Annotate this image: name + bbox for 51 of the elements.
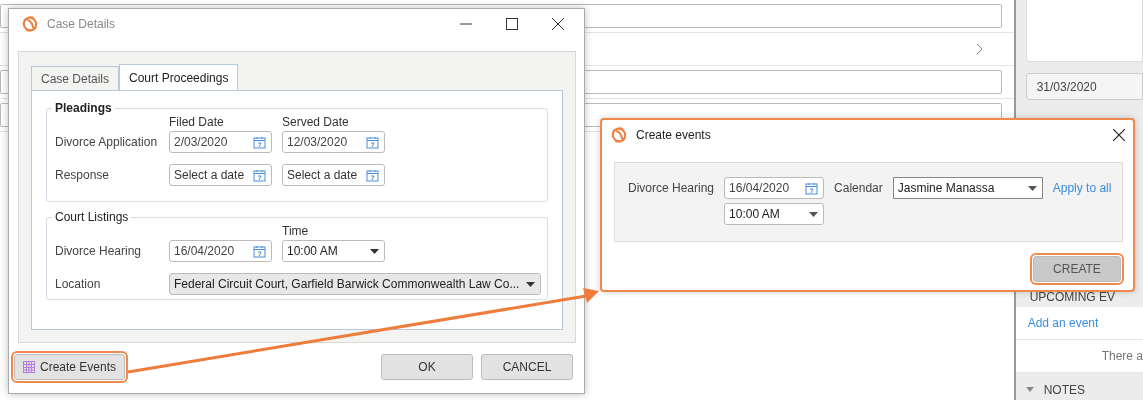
logo-icon (610, 126, 628, 144)
section-header[interactable]: NOTES (1015, 379, 1143, 400)
maximize-icon[interactable] (506, 18, 518, 30)
window-title: Create events (636, 128, 711, 142)
field-label: Divorce Application (55, 135, 159, 149)
dialog-button[interactable]: CANCEL (481, 354, 573, 380)
date-field[interactable]: 12/03/2020 (282, 131, 385, 153)
column-label: Served Date (282, 115, 350, 131)
calendar-icon[interactable] (366, 135, 379, 149)
collapse-icon[interactable] (1025, 387, 1034, 393)
section-title: NOTES (1043, 382, 1085, 397)
window-title: Case Details (47, 17, 116, 31)
close-icon[interactable] (552, 18, 564, 30)
field-label: Divorce Hearing (55, 244, 143, 258)
event-label: Divorce Hearing (628, 180, 715, 197)
close-icon[interactable] (1113, 129, 1125, 141)
calendar-icon[interactable] (253, 244, 266, 258)
caret-icon[interactable] (809, 211, 819, 217)
date-field[interactable]: 2/03/2020 (169, 131, 272, 153)
logo-icon (21, 15, 39, 33)
caret-icon[interactable] (1027, 185, 1037, 191)
column-label: Time (282, 224, 310, 240)
dialog-button[interactable]: OK (381, 354, 473, 380)
location-dropdown[interactable]: Federal Circuit Court, Garfield Barwick Commonwealth Law Co... (169, 273, 541, 295)
caret-icon[interactable] (370, 248, 379, 254)
column-label: Filed Date (169, 115, 225, 131)
group-title: Pleadings (54, 101, 113, 115)
chevron-right-icon[interactable] (975, 43, 984, 55)
date-field[interactable]: 16/04/2020 (169, 240, 272, 262)
calendar-icon (23, 361, 35, 373)
time-dropdown[interactable]: 10:00 AM (724, 203, 825, 225)
calendar-icon[interactable] (805, 181, 819, 195)
create-button[interactable]: CREATE (1033, 256, 1121, 282)
calendar-icon[interactable] (253, 135, 266, 149)
time-dropdown[interactable]: 10:00 AM (282, 240, 385, 262)
tab[interactable]: Court Proceedings (119, 64, 239, 90)
date-field[interactable]: 16/04/2020 (724, 177, 825, 199)
field-label: Calendar (834, 180, 883, 197)
caret-icon[interactable] (526, 281, 535, 287)
create-events-button[interactable]: Create Events (14, 354, 126, 380)
date-field[interactable]: Select a date (282, 164, 385, 186)
empty-message: There a (1101, 349, 1143, 364)
calendar-icon[interactable] (366, 168, 379, 182)
date-field[interactable]: Select a date (169, 164, 272, 186)
calendar-dropdown[interactable]: Jasmine Manassa (892, 177, 1043, 199)
field-label: Location (55, 277, 102, 291)
calendar-icon[interactable] (253, 168, 266, 182)
date-field[interactable]: 31/03/2020 (1025, 73, 1143, 100)
tab[interactable]: Case Details (31, 66, 120, 90)
field-label: Response (55, 168, 111, 182)
group-title: Court Listings (54, 210, 130, 224)
